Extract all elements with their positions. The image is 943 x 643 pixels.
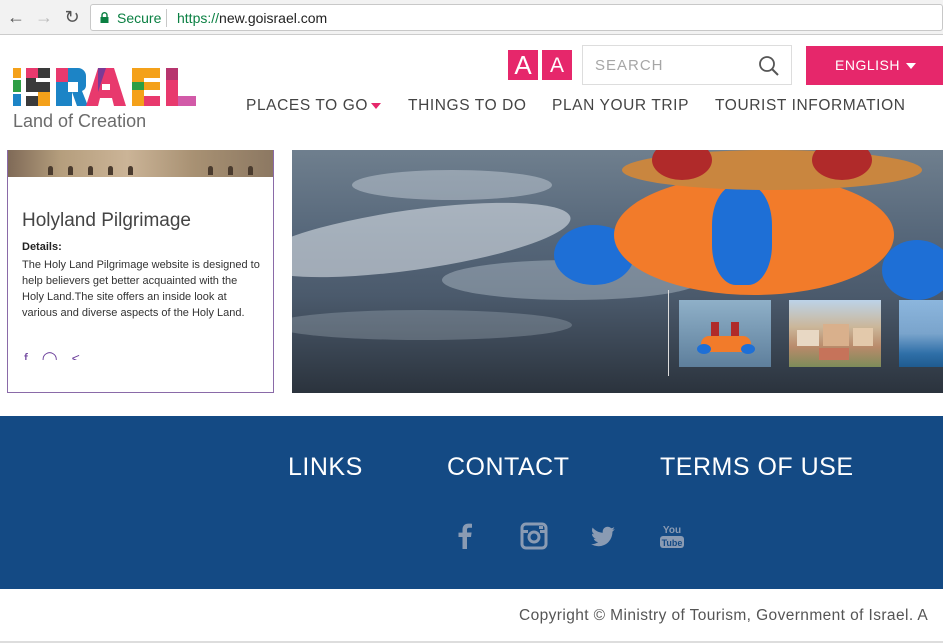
footer-link-contact[interactable]: CONTACT [447, 453, 569, 482]
forward-icon[interactable]: → [34, 7, 54, 27]
nav-item-plan-your-trip[interactable]: PLAN YOUR TRIP [552, 97, 689, 115]
svg-text:Tube: Tube [662, 538, 683, 548]
chevron-down-icon [371, 102, 382, 109]
whatsapp-icon[interactable]: ◯ [42, 350, 58, 360]
footer: LINKS CONTACT TERMS OF USE You Tube [0, 416, 943, 589]
svg-text:You: You [663, 525, 681, 536]
instagram-icon[interactable] [520, 522, 548, 550]
youtube-icon[interactable]: You Tube [658, 522, 686, 550]
card-description: The Holy Land Pilgrimage website is desi… [22, 259, 260, 319]
nav-item-things-to-do[interactable]: THINGS TO DO [408, 97, 527, 115]
back-icon[interactable]: ← [6, 7, 26, 27]
nav-item-label: PLACES TO GO [246, 97, 369, 114]
card-share-icons: f ◯ < [24, 350, 104, 360]
font-size-small-button[interactable]: A [542, 50, 572, 80]
lock-icon [100, 12, 109, 23]
gallery-thumbnail[interactable] [789, 300, 881, 367]
pilgrimage-card[interactable]: Holyland Pilgrimage Details: The Holy La… [7, 150, 274, 393]
address-divider [166, 9, 167, 27]
nav-item-places-to-go[interactable]: PLACES TO GO [246, 97, 382, 115]
main-nav: PLACES TO GO THINGS TO DO PLAN YOUR TRIP… [0, 97, 943, 117]
url-protocol: https:// [177, 10, 220, 26]
facebook-icon[interactable]: f [24, 350, 28, 360]
copyright-text: Copyright © Ministry of Tourism, Governm… [519, 607, 929, 624]
font-size-large-button[interactable]: A [508, 50, 538, 80]
secure-label: Secure [117, 10, 162, 26]
card-image [8, 150, 273, 177]
gallery-thumbnail[interactable] [899, 300, 943, 367]
hero-image [292, 150, 943, 393]
search-input[interactable] [595, 54, 755, 76]
address-bar[interactable]: Secure https://new.goisrael.com [90, 4, 943, 31]
card-details-label: Details: [22, 241, 62, 253]
search-icon[interactable] [758, 55, 780, 77]
footer-link-links[interactable]: LINKS [288, 453, 363, 482]
facebook-icon[interactable] [451, 522, 479, 550]
browser-toolbar: ← → ↻ Secure https://new.goisrael.com [0, 0, 943, 35]
url-host: new.goisrael.com [219, 10, 328, 26]
footer-link-terms[interactable]: TERMS OF USE [660, 453, 854, 482]
share-icon[interactable]: < [72, 350, 80, 360]
reload-icon[interactable]: ↻ [62, 7, 82, 27]
gallery-divider [668, 290, 669, 376]
chevron-down-icon [905, 63, 916, 70]
language-label: ENGLISH [835, 57, 900, 73]
card-title: Holyland Pilgrimage [22, 210, 191, 231]
nav-item-tourist-information[interactable]: TOURIST INFORMATION [715, 97, 906, 115]
url-text: https://new.goisrael.com [177, 10, 327, 26]
language-dropdown[interactable]: ENGLISH [806, 46, 943, 85]
twitter-icon[interactable] [589, 522, 617, 550]
gallery-thumbnail[interactable] [679, 300, 771, 367]
search-box [582, 45, 792, 85]
